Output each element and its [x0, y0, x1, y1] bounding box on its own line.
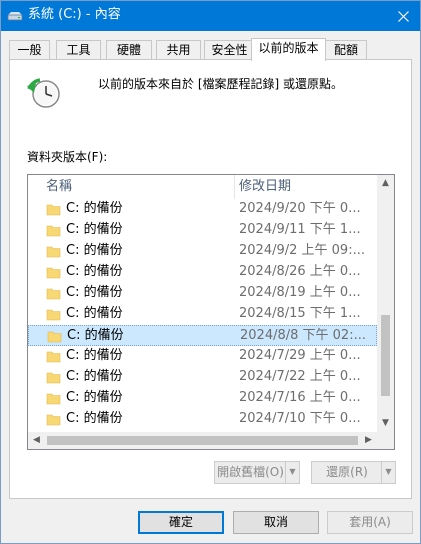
version-name: C: 的備份 — [66, 222, 123, 237]
tab-security[interactable]: 安全性 — [204, 40, 255, 60]
scrollbar-corner — [377, 432, 394, 449]
sort-descending-icon: ˅ — [299, 174, 304, 183]
folder-versions-list[interactable]: 名稱 ˅ 修改日期 C: 的備份 2024/9/20 下午 0... C: 的備… — [27, 174, 395, 450]
version-name: C: 的備份 — [67, 328, 124, 343]
restore-dropdown-icon[interactable]: ▼ — [381, 462, 395, 483]
history-clock-icon — [27, 78, 60, 108]
tab-hardware[interactable]: 硬體 — [106, 40, 152, 60]
folder-icon — [46, 414, 61, 426]
version-name: C: 的備份 — [66, 201, 123, 216]
version-name: C: 的備份 — [66, 306, 123, 321]
vertical-scrollbar[interactable]: ▲ ▼ — [377, 175, 394, 432]
properties-window: 系統 (C:) - 內容 一般 工具 硬體 共用 安全性 以前的版本 配額 以前… — [0, 0, 421, 544]
version-date: 2024/7/10 下午 0... — [239, 411, 361, 426]
open-button-label[interactable]: 開啟舊檔(O) — [215, 462, 286, 483]
window-title: 系統 (C:) - 內容 — [28, 7, 121, 22]
list-item[interactable]: C: 的備份 2024/8/19 上午 0... — [28, 283, 377, 304]
folder-versions-label: 資料夾版本(F): — [27, 150, 108, 164]
previous-versions-panel: 以前的版本來自於 [檔案歷程記錄] 或還原點。 資料夾版本(F): 名稱 ˅ 修… — [9, 59, 412, 499]
list-item[interactable]: C: 的備份 2024/8/26 上午 0... — [28, 262, 377, 283]
list-item[interactable]: C: 的備份 2024/8/15 下午 1... — [28, 304, 377, 325]
drive-icon — [7, 12, 23, 21]
list-item[interactable]: C: 的備份 2024/7/22 上午 0... — [28, 367, 377, 388]
column-header-row: 名稱 ˅ 修改日期 — [28, 175, 377, 199]
title-bar[interactable]: 系統 (C:) - 內容 — [1, 1, 420, 31]
list-item[interactable]: C: 的備份 2024/9/11 下午 1... — [28, 220, 377, 241]
version-date: 2024/8/15 下午 1... — [239, 306, 361, 321]
open-split-button[interactable]: 開啟舊檔(O) ▼ — [214, 461, 300, 484]
list-item[interactable]: C: 的備份 2024/7/29 上午 0... — [28, 346, 377, 367]
column-header-modified-date[interactable]: 修改日期 — [239, 175, 291, 199]
scroll-right-icon[interactable]: ▶ — [360, 432, 377, 449]
tab-quota[interactable]: 配額 — [325, 40, 367, 60]
folder-icon — [46, 246, 61, 258]
folder-icon — [46, 393, 61, 405]
version-date: 2024/9/2 上午 09:... — [239, 243, 364, 258]
tab-strip: 一般 工具 硬體 共用 安全性 以前的版本 配額 — [9, 38, 413, 61]
version-rows: C: 的備份 2024/9/20 下午 0... C: 的備份 2024/9/1… — [28, 199, 377, 430]
folder-icon — [46, 267, 61, 279]
column-header-name[interactable]: 名稱 — [46, 175, 72, 199]
list-item[interactable]: C: 的備份 2024/9/2 上午 09:... — [28, 241, 377, 262]
folder-icon — [46, 225, 61, 237]
version-name: C: 的備份 — [66, 264, 123, 279]
cancel-button[interactable]: 取消 — [233, 511, 319, 534]
tab-sharing[interactable]: 共用 — [156, 40, 201, 60]
column-divider[interactable] — [234, 175, 235, 199]
ok-button[interactable]: 確定 — [138, 511, 224, 534]
tab-general[interactable]: 一般 — [9, 40, 50, 60]
version-date: 2024/8/8 下午 02:... — [240, 328, 365, 343]
scroll-up-icon[interactable]: ▲ — [377, 175, 394, 192]
folder-icon — [46, 309, 61, 321]
folder-icon — [47, 331, 62, 343]
version-name: C: 的備份 — [66, 243, 123, 258]
apply-button[interactable]: 套用(A) — [327, 511, 413, 534]
folder-icon — [46, 351, 61, 363]
version-name: C: 的備份 — [66, 285, 123, 300]
tab-tools[interactable]: 工具 — [56, 40, 101, 60]
scroll-left-icon[interactable]: ◀ — [28, 432, 45, 449]
close-icon — [397, 10, 409, 22]
folder-icon — [46, 204, 61, 216]
horizontal-scrollbar[interactable]: ◀ ▶ — [28, 432, 377, 449]
version-name: C: 的備份 — [66, 411, 123, 426]
tab-previous-versions[interactable]: 以前的版本 — [251, 38, 326, 61]
list-item[interactable]: C: 的備份 2024/7/10 下午 0... — [28, 409, 377, 430]
open-dropdown-icon[interactable]: ▼ — [285, 462, 299, 483]
version-name: C: 的備份 — [66, 348, 123, 363]
folder-icon — [46, 288, 61, 300]
scroll-down-icon[interactable]: ▼ — [377, 415, 394, 432]
version-date: 2024/7/29 上午 0... — [239, 348, 361, 363]
restore-button-label[interactable]: 還原(R) — [312, 462, 382, 483]
list-item[interactable]: C: 的備份 2024/7/16 上午 0... — [28, 388, 377, 409]
version-name: C: 的備份 — [66, 369, 123, 384]
version-date: 2024/8/26 上午 0... — [239, 264, 361, 279]
description-text: 以前的版本來自於 [檔案歷程記錄] 或還原點。 — [98, 77, 343, 91]
version-name: C: 的備份 — [66, 390, 123, 405]
version-date: 2024/9/20 下午 0... — [239, 201, 361, 216]
horizontal-scroll-thumb[interactable] — [47, 436, 358, 445]
version-date: 2024/9/11 下午 1... — [239, 222, 361, 237]
version-date: 2024/7/16 上午 0... — [239, 390, 361, 405]
close-button[interactable] — [386, 1, 420, 31]
list-item-selected[interactable]: C: 的備份 2024/8/8 下午 02:... — [28, 325, 377, 346]
version-date: 2024/7/22 上午 0... — [239, 369, 361, 384]
vertical-scroll-thumb[interactable] — [381, 315, 390, 396]
version-date: 2024/8/19 上午 0... — [239, 285, 361, 300]
folder-icon — [46, 372, 61, 384]
restore-split-button[interactable]: 還原(R) ▼ — [311, 461, 396, 484]
list-item[interactable]: C: 的備份 2024/9/20 下午 0... — [28, 199, 377, 220]
